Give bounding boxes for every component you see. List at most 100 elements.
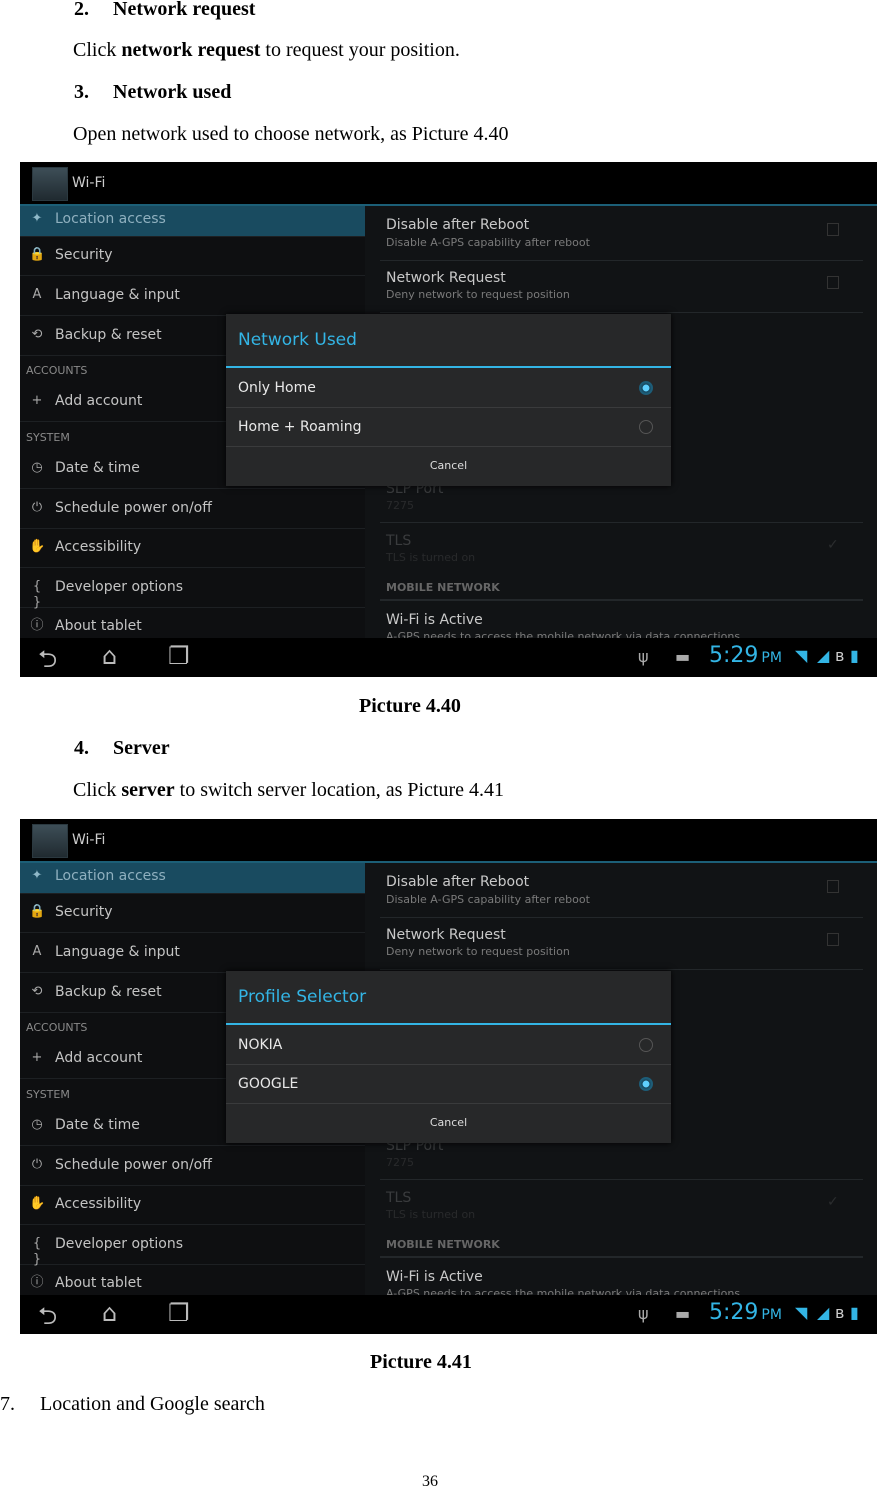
setting-title: Network Request	[386, 927, 506, 943]
divider	[380, 599, 863, 601]
section-header-accounts: ACCOUNTS	[26, 1021, 88, 1034]
back-button[interactable]: ⮌	[38, 1299, 57, 1334]
home-button[interactable]: ⌂	[102, 642, 117, 670]
settings-app-icon[interactable]	[32, 824, 68, 858]
clock-icon: ◷	[31, 460, 43, 475]
sidebar-item-label: About tablet	[55, 1275, 142, 1291]
setting-subtitle: Disable A-GPS capability after reboot	[386, 893, 590, 906]
navigation-bar: ⮌ ⌂ ❐ ψ ▬ 5:29 PM ◥ ◢ ʙ ▮	[20, 638, 877, 677]
lock-icon: 🔒	[29, 247, 46, 262]
section-header-mobile-network: MOBILE NETWORK	[386, 581, 500, 594]
checkbox[interactable]	[827, 276, 839, 289]
checkbox[interactable]	[827, 933, 839, 946]
recent-apps-button[interactable]: ❐	[168, 642, 190, 670]
back-button[interactable]: ⮌	[38, 642, 57, 677]
cell-signal-icon: ◢	[817, 646, 830, 665]
section-header-accounts: ACCOUNTS	[26, 364, 88, 377]
sidebar-item-label: Backup & reset	[55, 984, 162, 1000]
navigation-bar: ⮌ ⌂ ❐ ψ ▬ 5:29 PM ◥ ◢ ʙ ▮	[20, 1295, 877, 1334]
bluetooth-icon: ʙ	[835, 646, 845, 665]
hand-icon: ✋	[29, 539, 46, 554]
recent-apps-button[interactable]: ❐	[168, 1299, 190, 1327]
divider	[380, 1256, 863, 1258]
screenshot-profile-selector: Wi-Fi ✦ Location access 🔒 Security A Language …	[20, 819, 877, 1334]
sidebar-item-label: Schedule power on/off	[55, 500, 212, 516]
radio-button[interactable]	[639, 381, 653, 395]
divider	[380, 1179, 863, 1180]
title-wifi: Wi-Fi	[72, 175, 106, 191]
dialog-option-only-home[interactable]: Only Home	[226, 368, 671, 408]
hand-icon: ✋	[29, 1196, 46, 1211]
option-label: NOKIA	[238, 1037, 283, 1053]
setting-subtitle: Deny network to request position	[386, 288, 570, 301]
sidebar-item-developer-options[interactable]: { } Developer options	[20, 1225, 365, 1267]
option-label: GOOGLE	[238, 1076, 299, 1092]
dialog-option-google[interactable]: GOOGLE	[226, 1064, 671, 1104]
clock-ampm: PM	[761, 650, 782, 666]
radio-button[interactable]	[639, 420, 653, 434]
wifi-signal-icon: ◥	[795, 646, 808, 665]
heading-network-request: 2. Network request	[74, 0, 256, 20]
sidebar-item-location-access[interactable]: ✦ Location access	[20, 863, 365, 894]
clock-ampm: PM	[761, 1307, 782, 1323]
sidebar-item-schedule-power-on-off[interactable]: ⏻ Schedule power on/off	[20, 489, 365, 529]
sidebar-item-location-access[interactable]: ✦ Location access	[20, 206, 365, 237]
setting-title: Disable after Reboot	[386, 217, 530, 233]
setting-subtitle: Deny network to request position	[386, 945, 570, 958]
checkbox[interactable]	[827, 880, 839, 893]
sidebar-item-label: About tablet	[55, 618, 142, 634]
radio-button[interactable]	[639, 1077, 653, 1091]
android-debug-icon: ▬	[675, 647, 691, 666]
sidebar-item-developer-options[interactable]: { } Developer options	[20, 568, 365, 610]
sidebar-item-accessibility[interactable]: ✋ Accessibility	[20, 1185, 365, 1225]
sidebar-item-accessibility[interactable]: ✋ Accessibility	[20, 528, 365, 568]
keyboard-a-icon: A	[32, 944, 42, 959]
home-button[interactable]: ⌂	[102, 1299, 117, 1327]
sidebar-item-label: Schedule power on/off	[55, 1157, 212, 1173]
divider	[380, 969, 863, 970]
power-clock-icon: ⏻	[31, 1157, 43, 1172]
sidebar-item-label: Location access	[55, 868, 166, 884]
setting-title: Disable after Reboot	[386, 874, 530, 890]
setting-title: Wi-Fi is Active	[386, 612, 483, 628]
settings-app-icon[interactable]	[32, 167, 68, 201]
sidebar-item-security[interactable]: 🔒 Security	[20, 236, 365, 276]
setting-title: TLS	[386, 1190, 412, 1206]
divider	[380, 260, 863, 261]
backup-icon: ⟲	[31, 327, 43, 342]
battery-charging-icon: ▮	[850, 1303, 859, 1322]
sidebar-item-schedule-power-on-off[interactable]: ⏻ Schedule power on/off	[20, 1146, 365, 1186]
radio-button[interactable]	[639, 1038, 653, 1052]
checkbox[interactable]	[827, 223, 839, 236]
title-wifi: Wi-Fi	[72, 832, 106, 848]
clock-time: 5:29	[709, 643, 759, 668]
setting-subtitle: 7275	[386, 1156, 414, 1169]
sidebar-item-label: Date & time	[55, 460, 140, 476]
usb-icon: ψ	[638, 647, 649, 666]
cancel-button[interactable]: Cancel	[226, 1103, 671, 1143]
cancel-button[interactable]: Cancel	[226, 446, 671, 486]
setting-title: Network Request	[386, 270, 506, 286]
sidebar-item-label: Language & input	[55, 287, 180, 303]
braces-icon: { }	[32, 579, 42, 610]
dialog-option-home-roaming[interactable]: Home + Roaming	[226, 407, 671, 447]
battery-charging-icon: ▮	[850, 646, 859, 665]
sidebar-item-language-input[interactable]: A Language & input	[20, 933, 365, 973]
sidebar-item-label: Accessibility	[55, 539, 142, 555]
sidebar-item-language-input[interactable]: A Language & input	[20, 276, 365, 316]
checkmark-icon[interactable]: ✓	[827, 1194, 839, 1210]
section-header-system: SYSTEM	[26, 1088, 70, 1101]
location-icon: ✦	[31, 868, 43, 883]
info-icon: ⓘ	[30, 1275, 44, 1290]
checkmark-icon[interactable]: ✓	[827, 537, 839, 553]
paragraph-server: Click server to switch server location, …	[73, 779, 505, 801]
page-number: 36	[422, 1473, 438, 1490]
paragraph-network-used: Open network used to choose network, as …	[73, 123, 509, 145]
setting-subtitle: Disable A-GPS capability after reboot	[386, 236, 590, 249]
sidebar-item-security[interactable]: 🔒 Security	[20, 893, 365, 933]
dialog-option-nokia[interactable]: NOKIA	[226, 1025, 671, 1065]
screenshot-network-used: Wi-Fi ✦ Location access 🔒 Security A Language …	[20, 162, 877, 677]
setting-subtitle: 7275	[386, 499, 414, 512]
setting-title: TLS	[386, 533, 412, 549]
divider	[380, 522, 863, 523]
